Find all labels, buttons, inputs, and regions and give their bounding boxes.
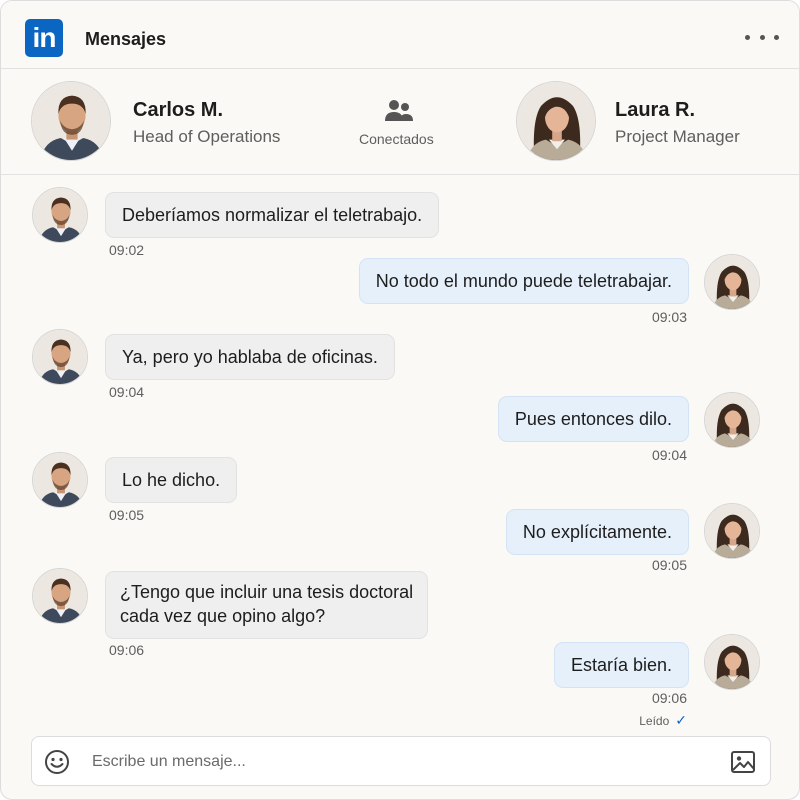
page-title: Mensajes <box>85 29 167 49</box>
read-receipt: Leído ✓ <box>639 712 687 729</box>
message-bubble: Estaría bien. <box>553 642 689 688</box>
dot-icon <box>774 34 779 40</box>
sender-avatar[interactable] <box>704 254 760 310</box>
sender-avatar[interactable] <box>32 187 88 243</box>
message-time: 09:06 <box>109 642 145 658</box>
message-line: cada vez que opino algo? <box>120 606 326 626</box>
people-icon <box>385 100 413 121</box>
smiley-icon[interactable] <box>44 749 70 775</box>
message-time: 09:02 <box>109 242 145 258</box>
participant-role-left: Head of Operations <box>133 127 281 146</box>
message-input[interactable] <box>92 747 712 777</box>
message-time: 09:03 <box>651 309 687 325</box>
message-bubble: Deberíamos normalizar el teletrabajo. <box>105 192 440 238</box>
dot-icon <box>745 34 750 40</box>
participant-name-left[interactable]: Carlos M. <box>133 99 223 122</box>
message-time: 09:06 <box>651 690 687 706</box>
message-time: 09:05 <box>651 557 687 573</box>
top-bar: in Mensajes <box>1 1 799 69</box>
sender-avatar[interactable] <box>704 634 760 690</box>
message-bubble: Lo he dicho. <box>105 457 238 503</box>
avatar-carlos[interactable] <box>31 81 111 161</box>
sender-avatar[interactable] <box>32 329 88 385</box>
message-time: 09:04 <box>651 447 687 463</box>
messaging-window: in Mensajes Carlos M. Head of Operations… <box>0 0 800 800</box>
connection-status: Conectados <box>359 131 434 147</box>
message-list: Deberíamos normalizar el teletrabajo. 09… <box>1 176 799 731</box>
message-time: 09:05 <box>109 507 145 523</box>
participants-header: Carlos M. Head of Operations Conectados … <box>1 69 799 175</box>
message-bubble: No explícitamente. <box>505 509 689 555</box>
more-options-button[interactable] <box>745 25 779 49</box>
check-icon: ✓ <box>675 712 687 728</box>
sender-avatar[interactable] <box>32 568 88 624</box>
message-bubble: Pues entonces dilo. <box>497 396 689 442</box>
sender-avatar[interactable] <box>32 452 88 508</box>
sender-avatar[interactable] <box>704 503 760 559</box>
avatar-laura[interactable] <box>516 81 596 161</box>
participant-role-right: Project Manager <box>615 127 740 146</box>
image-icon[interactable] <box>730 749 756 775</box>
dot-icon <box>759 34 765 40</box>
participant-name-right[interactable]: Laura R. <box>615 99 695 122</box>
message-bubble: ¿Tengo que incluir una tesis doctoral ca… <box>105 571 429 639</box>
message-time: 09:04 <box>109 384 145 400</box>
sender-avatar[interactable] <box>704 392 760 448</box>
linkedin-logo[interactable]: in <box>25 19 63 57</box>
message-line: ¿Tengo que incluir una tesis doctoral <box>120 582 414 602</box>
read-label: Leído <box>639 714 670 728</box>
message-bubble: No todo el mundo puede teletrabajar. <box>358 258 689 304</box>
message-bubble: Ya, pero yo hablaba de oficinas. <box>105 334 395 380</box>
message-composer <box>31 736 771 786</box>
